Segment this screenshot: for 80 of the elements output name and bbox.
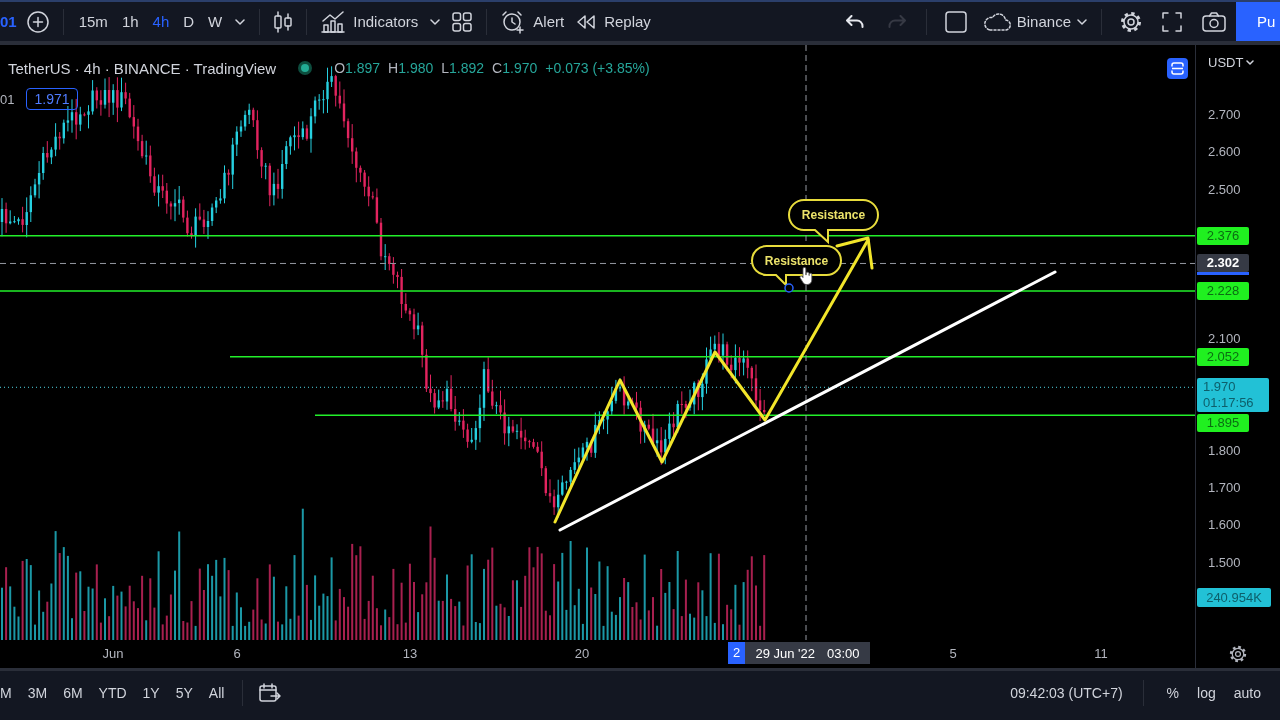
clock-time: 09:42:03 (UTC+7) <box>1010 684 1123 701</box>
ohlc-value: O1.897 <box>334 60 381 76</box>
symbol-name[interactable]: 01 <box>0 13 17 30</box>
price-change: +0.073 (+3.85%) <box>545 60 650 76</box>
ohlc-value: H1.980 <box>388 60 434 76</box>
cloud-icon[interactable] <box>982 12 1011 31</box>
crosshair-price-label: 2.302 <box>1197 254 1249 273</box>
range-tab[interactable]: 1Y <box>134 677 168 708</box>
replay-button[interactable]: Replay <box>570 4 657 39</box>
interval-tab[interactable]: D <box>176 4 202 39</box>
caret-icon[interactable] <box>235 18 246 25</box>
interval-tab[interactable]: 1h <box>114 4 146 39</box>
volume-label: 240.954K <box>1197 588 1271 607</box>
price-tick: 1.600 <box>1208 517 1241 534</box>
countdown-timer: 01:17:56 <box>1203 395 1254 412</box>
candlestick-icon[interactable] <box>274 10 293 33</box>
square-icon[interactable] <box>944 10 967 33</box>
level-price-label: 2.052 <box>1197 347 1249 366</box>
scale-toggle[interactable]: log <box>1188 677 1225 708</box>
time-tick: 6 <box>233 646 241 662</box>
last-price: 1.970 <box>1203 379 1236 396</box>
interval-tab[interactable]: 4h <box>145 4 177 39</box>
publish-button[interactable]: Pu <box>1236 2 1280 41</box>
calendar-icon[interactable] <box>259 682 282 703</box>
scale-toggle[interactable]: % <box>1157 677 1189 708</box>
price-tick: 1.700 <box>1208 480 1241 496</box>
interval-tab[interactable]: W <box>201 4 230 39</box>
alert-button[interactable]: Alert <box>495 4 571 39</box>
caret-icon[interactable] <box>1246 60 1255 65</box>
price-tick: 2.100 <box>1208 330 1241 347</box>
price-marker <box>1197 272 1249 276</box>
symbol-title[interactable]: TetherUS · 4h · BINANCE · TradingView <box>8 59 277 77</box>
anchor-ring-icon[interactable] <box>784 283 794 293</box>
bar-chart-icon[interactable] <box>321 10 346 33</box>
plus-circle-icon[interactable] <box>26 10 49 33</box>
grid-icon[interactable] <box>452 11 473 32</box>
undo-icon[interactable] <box>845 15 864 28</box>
ohlc-value: L1.892 <box>441 60 485 76</box>
price-tick: 2.500 <box>1208 181 1241 198</box>
indicator-value: 01 <box>0 91 15 107</box>
time-marker: 2 <box>728 642 745 664</box>
currency-button[interactable]: USDT <box>1208 55 1255 70</box>
settings-icon[interactable] <box>1120 10 1142 33</box>
callout: Resistance <box>788 199 879 243</box>
broker-button[interactable]: Binance <box>976 4 1093 39</box>
range-tab[interactable]: 5Y <box>167 677 201 708</box>
crosshair-time: 03:00 <box>827 645 860 661</box>
settings-icon[interactable] <box>1229 645 1247 663</box>
time-tick: 13 <box>402 646 418 662</box>
range-tab[interactable]: 6M <box>55 677 91 708</box>
hand-cursor-icon <box>800 267 812 285</box>
interval-tab[interactable]: 15m <box>71 4 115 39</box>
price-tick: 1.800 <box>1208 442 1241 459</box>
alarm-clock-icon[interactable] <box>501 9 526 34</box>
caret-icon[interactable] <box>430 18 441 25</box>
price-tick: 2.600 <box>1208 144 1241 161</box>
caret-icon[interactable] <box>1077 18 1087 25</box>
status-dot-icon <box>298 61 313 75</box>
level-price-label: 2.228 <box>1197 282 1249 301</box>
time-tick: 5 <box>949 646 957 662</box>
crosshair-date: 29 Jun '22 <box>755 645 815 661</box>
level-price-label: 2.376 <box>1197 226 1249 245</box>
callout: Resistance <box>751 245 842 286</box>
time-tick: 20 <box>574 646 590 662</box>
fullscreen-icon[interactable] <box>1162 11 1182 32</box>
indicators-button[interactable]: Indicators <box>315 4 425 39</box>
ohlc-value: C1.970 <box>492 60 538 76</box>
range-tab[interactable]: 3M <box>19 677 56 708</box>
range-tab[interactable]: All <box>200 677 233 708</box>
level-price-label: 1.895 <box>1197 414 1249 433</box>
time-tick: Jun <box>102 646 124 662</box>
range-tab[interactable]: YTD <box>90 677 135 708</box>
price-tick: 1.500 <box>1208 554 1241 571</box>
range-tab[interactable]: M <box>0 677 20 708</box>
camera-icon[interactable] <box>1202 11 1226 32</box>
time-tick: 11 <box>1094 646 1108 662</box>
scale-toggle[interactable]: auto <box>1224 677 1270 708</box>
price-tick: 2.700 <box>1208 107 1241 123</box>
rewind-icon[interactable] <box>576 14 597 29</box>
price-tag: 1.971 <box>26 88 78 110</box>
